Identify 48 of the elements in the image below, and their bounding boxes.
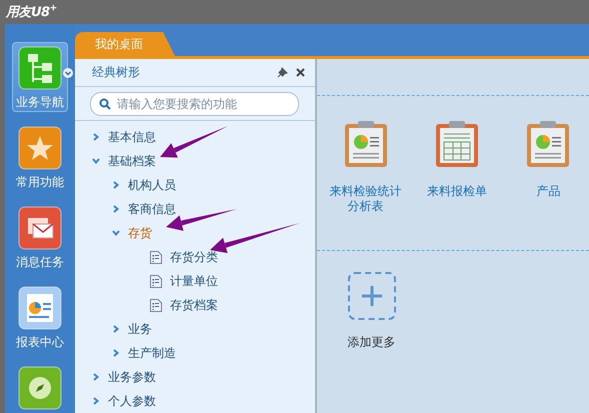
compass-icon	[18, 366, 62, 410]
nav-item[interactable]: 常用功能	[12, 122, 68, 192]
plus-icon	[362, 286, 382, 306]
envelope-icon	[18, 206, 62, 250]
add-more-label[interactable]: 添加更多	[348, 334, 396, 351]
chevron-right-icon[interactable]	[112, 325, 120, 333]
dropdown-icon[interactable]	[63, 68, 73, 78]
chevron-right-icon[interactable]	[92, 133, 100, 141]
panel-title: 经典树形	[92, 64, 141, 82]
tree-item[interactable]: 基础档案	[108, 152, 156, 170]
close-icon[interactable]	[296, 68, 305, 78]
app-title: 用友U8$^{+}$	[6, 3, 57, 21]
chevron-down-icon[interactable]	[92, 157, 100, 165]
add-button[interactable]	[348, 272, 396, 320]
shortcut-label[interactable]: 产品	[508, 184, 589, 199]
shortcut-label[interactable]: 来料检验统计分析表	[325, 184, 406, 214]
document-icon	[150, 250, 162, 264]
pin-icon[interactable]	[277, 67, 288, 78]
shortcut-label[interactable]: 来料报检单	[416, 184, 498, 199]
search-icon	[99, 98, 111, 110]
document-icon	[150, 298, 162, 312]
chevron-right-icon[interactable]	[112, 349, 120, 357]
search-field[interactable]: 请输入您要搜索的功能	[90, 92, 299, 116]
clipboard-chart-icon[interactable]	[526, 120, 570, 168]
chevron-down-icon[interactable]	[112, 229, 120, 237]
tree-item[interactable]: 机构人员	[128, 176, 176, 194]
tree-item[interactable]: 业务参数	[108, 368, 156, 386]
tree-item[interactable]: 存货分类	[170, 248, 218, 266]
tree-item[interactable]: 存货档案	[170, 296, 218, 314]
tree-item[interactable]: 业务	[128, 320, 152, 338]
tree-item[interactable]: 个人参数	[108, 392, 156, 410]
clipboard-table-icon[interactable]	[434, 120, 479, 168]
chevron-right-icon[interactable]	[92, 397, 100, 405]
chevron-right-icon[interactable]	[112, 205, 120, 213]
annotation-arrow	[160, 126, 228, 158]
document-icon	[150, 274, 162, 288]
nav-item[interactable]: 报表中心	[12, 282, 68, 352]
chevron-right-icon[interactable]	[92, 373, 100, 381]
tree-item[interactable]: 生产制造	[128, 344, 176, 362]
tree-item[interactable]: 基本信息	[108, 128, 156, 146]
clipboard-chart-icon[interactable]	[344, 120, 388, 168]
tree-item[interactable]: 客商信息	[128, 200, 176, 218]
tree-item[interactable]: 计量单位	[170, 272, 218, 290]
folder-tree-icon	[18, 46, 62, 90]
report-icon	[18, 286, 62, 330]
chevron-right-icon[interactable]	[112, 181, 120, 189]
nav-item[interactable]: 消息任务	[12, 202, 68, 272]
tree-item[interactable]: 存货	[128, 224, 152, 242]
